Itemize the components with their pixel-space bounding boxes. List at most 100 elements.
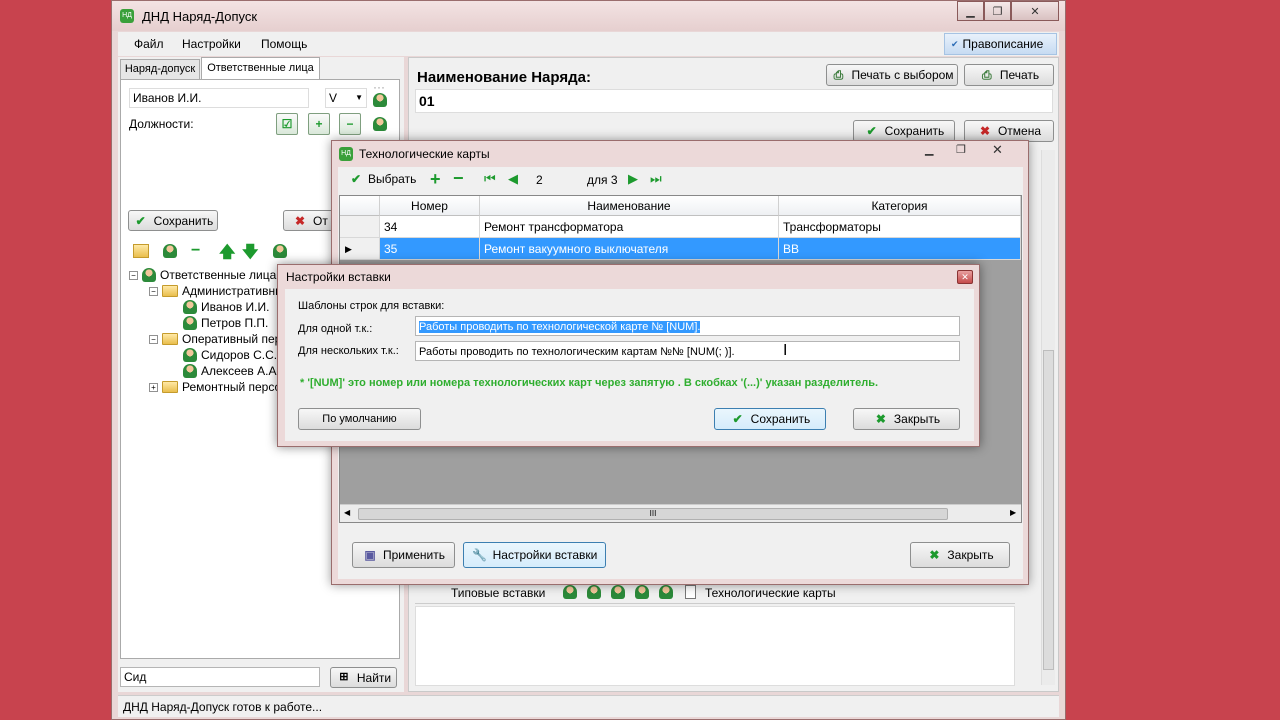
scroll-thumb[interactable]: III	[358, 508, 948, 520]
tree-member[interactable]: Иванов И.И.	[183, 300, 269, 314]
chevron-down-icon: ▼	[355, 93, 363, 102]
tab-order[interactable]: Наряд-допуск	[120, 59, 200, 79]
person-icon[interactable]	[563, 585, 577, 599]
scroll-thumb[interactable]	[1043, 350, 1054, 670]
table-cell-selected[interactable]: Ремонт вакуумного выключателя	[480, 238, 779, 260]
tech-cards-toolbar: ✔ Выбрать + − ⏮ ◀ 2 для 3 ▶ ⏭	[338, 167, 1023, 193]
tree-group[interactable]: − Оперативный пер	[149, 332, 281, 346]
user-icon[interactable]	[373, 117, 387, 131]
collapse-icon[interactable]: −	[129, 270, 138, 280]
first-page-icon[interactable]: ⏮	[484, 171, 496, 187]
right-save-button[interactable]: ✔ Сохранить	[853, 120, 955, 142]
arrow-up-icon[interactable]: 🡅	[219, 241, 235, 268]
person-icon[interactable]	[587, 585, 601, 599]
collapse-icon[interactable]: −	[149, 334, 158, 344]
person-icon[interactable]	[373, 93, 387, 107]
arrow-down-icon[interactable]: 🡇	[242, 241, 258, 268]
default-button[interactable]: По умолчанию	[298, 408, 421, 430]
remove-position-button[interactable]: −	[339, 113, 361, 135]
horizontal-scrollbar[interactable]: ◀ III ▶	[340, 504, 1021, 522]
person-icon[interactable]	[611, 585, 625, 599]
add-position-button[interactable]: +	[308, 113, 330, 135]
table-cell[interactable]: Ремонт трансформатора	[480, 216, 779, 238]
add-folder-icon[interactable]	[133, 244, 149, 258]
close-button[interactable]: ✕	[1011, 1, 1059, 21]
find-button[interactable]: ⊞ Найти	[330, 667, 397, 688]
tree-member[interactable]: Сидоров С.С.	[183, 348, 277, 362]
table-cell-selected[interactable]: ВВ	[779, 238, 1021, 260]
hint-text: * '[NUM]' это номер или номера технологи…	[300, 377, 879, 389]
check-icon: ✔	[350, 172, 362, 186]
more-icon[interactable]: ···	[373, 80, 385, 94]
dialog-close-button[interactable]: ✕	[957, 270, 973, 284]
add-icon[interactable]: +	[430, 169, 441, 190]
order-name-field[interactable]: 01	[415, 89, 1053, 113]
insert-text-area[interactable]	[415, 606, 1015, 686]
tech-cards-tab[interactable]: Технологические карты	[705, 586, 836, 600]
typical-inserts-tab[interactable]: Типовые вставки	[451, 586, 545, 600]
next-page-icon[interactable]: ▶	[628, 171, 638, 187]
remove-icon[interactable]: −	[453, 168, 464, 189]
single-card-value: Работы проводить по технологической карт…	[419, 321, 701, 333]
row-header-selected[interactable]: ▶	[340, 238, 380, 260]
order-name-label: Наименование Наряда:	[417, 69, 591, 86]
person-input[interactable]: Иванов И.И.	[129, 88, 309, 108]
select-button[interactable]: ✔ Выбрать	[348, 171, 416, 187]
group-icon	[142, 268, 156, 282]
last-page-icon[interactable]: ⏭	[650, 171, 662, 187]
insert-settings-button[interactable]: 🔧 Настройки вставки	[463, 542, 606, 568]
column-header[interactable]: Категория	[779, 196, 1021, 216]
tech-cards-close-button[interactable]: ✖ Закрыть	[910, 542, 1010, 568]
add-person-icon[interactable]	[163, 244, 177, 258]
tree-group[interactable]: + Ремонтный персо	[149, 380, 281, 394]
multi-card-input[interactable]: Работы проводить по технологическим карт…	[415, 341, 960, 361]
collapse-icon[interactable]: −	[149, 286, 158, 296]
search-input[interactable]: Сид	[120, 667, 320, 687]
cross-icon: ✖	[294, 213, 306, 228]
group-select[interactable]: V ▼	[325, 88, 367, 108]
page-input[interactable]: 2	[536, 173, 543, 187]
cross-icon: ✖	[875, 412, 886, 426]
tab-responsible[interactable]: Ответственные лица	[201, 57, 320, 79]
person-icon	[183, 348, 197, 362]
minimize-button[interactable]: ▁	[957, 1, 984, 21]
table-cell[interactable]: 34	[380, 216, 480, 238]
tree-root[interactable]: − Ответственные лица	[129, 268, 276, 282]
spellcheck-button[interactable]: ✔ Правописание	[944, 33, 1057, 55]
expand-icon[interactable]: +	[149, 382, 158, 392]
person-icon[interactable]	[659, 585, 673, 599]
maximize-button[interactable]: ❐	[984, 1, 1011, 21]
menu-help[interactable]: Помощь	[261, 37, 307, 51]
print-button[interactable]: ⎙ Печать	[964, 64, 1054, 86]
minimize-button[interactable]: ▁	[925, 143, 933, 156]
row-header-corner	[340, 196, 380, 216]
column-header[interactable]: Наименование	[480, 196, 779, 216]
tree-member[interactable]: Алексеев А.А.	[183, 364, 280, 378]
right-scrollbar[interactable]	[1041, 150, 1055, 685]
close-button[interactable]: ✕	[992, 142, 1003, 158]
dialog-close-action-button[interactable]: ✖ Закрыть	[853, 408, 960, 430]
row-header[interactable]	[340, 216, 380, 238]
person-lock-icon[interactable]	[273, 244, 287, 258]
right-cancel-button[interactable]: ✖ Отмена	[964, 120, 1054, 142]
scroll-right-icon[interactable]: ▶	[1010, 508, 1016, 517]
person-icon[interactable]	[635, 585, 649, 599]
menu-file[interactable]: Файл	[134, 37, 164, 51]
column-header[interactable]: Номер	[380, 196, 480, 216]
tree-group[interactable]: − Административны	[149, 284, 284, 298]
apply-button[interactable]: ▣ Применить	[352, 542, 455, 568]
single-card-input[interactable]: Работы проводить по технологической карт…	[415, 316, 960, 336]
menu-settings[interactable]: Настройки	[182, 37, 241, 51]
tree-member[interactable]: Петров П.П.	[183, 316, 268, 330]
print-with-choice-button[interactable]: ⎙ Печать с выбором	[826, 64, 958, 86]
check-positions-button[interactable]: ☑	[276, 113, 298, 135]
table-cell[interactable]: Трансформаторы	[779, 216, 1021, 238]
prev-page-icon[interactable]: ◀	[508, 171, 518, 187]
table-cell-selected[interactable]: 35	[380, 238, 480, 260]
folder-icon	[162, 285, 178, 297]
dialog-save-button[interactable]: ✔ Сохранить	[714, 408, 826, 430]
left-save-button[interactable]: ✔ Сохранить	[128, 210, 218, 231]
maximize-button[interactable]: ❐	[956, 143, 966, 156]
scroll-left-icon[interactable]: ◀	[344, 508, 350, 517]
remove-icon[interactable]: −	[191, 242, 200, 260]
